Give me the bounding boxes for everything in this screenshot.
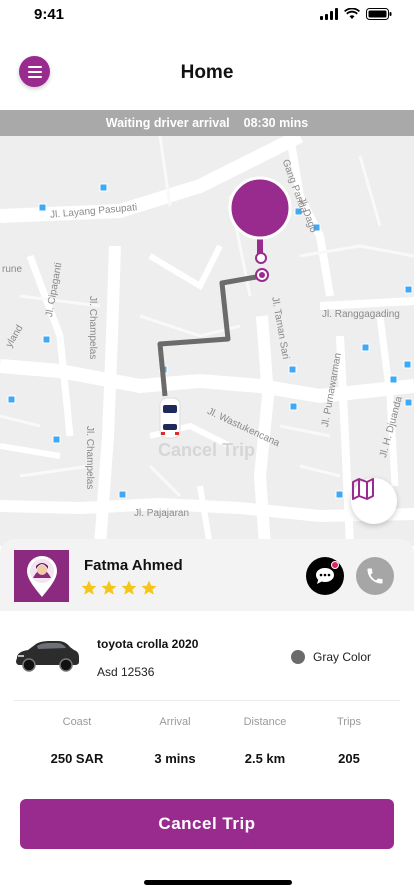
stat-value: 250 SAR [50,751,104,766]
home-indicator [144,880,292,885]
page-title: Home [180,62,234,83]
stat-label: Trips [336,716,362,728]
car-color: Gray Color [291,650,371,664]
stat-cost: Coast 250 SAR [32,716,122,766]
header: Home [0,42,414,104]
call-button[interactable] [356,557,394,595]
driver-name: Fatma Ahmed [84,557,183,574]
chat-bubble-icon [316,568,334,584]
driver-card: Fatma Ahmed [0,539,414,611]
status-bar: 9:41 [0,0,414,30]
star-icon [101,580,117,595]
phone-icon [367,568,383,584]
street-label: Jl. Pajajaran [134,508,190,519]
car-model: toyota crolla 2020 [97,637,199,651]
star-icon [81,580,97,595]
wifi-icon [344,8,360,19]
map-ghost-text: Cancel Trip [158,440,256,460]
cancel-trip-button[interactable]: Cancel Trip [20,799,394,849]
stat-value: 205 [338,751,360,766]
waiting-eta: 08:30 mins [243,116,309,130]
signal-icon [320,8,338,20]
car-info: toyota crolla 2020 Asd 12536 Gray Color [0,612,414,702]
stat-distance: Distance 2.5 km [220,716,310,766]
trip-stats: Coast 250 SAR Arrival 3 mins Distance 2.… [0,716,414,786]
map-toggle-button[interactable] [351,478,397,524]
car-plate: Asd 12536 [97,665,155,679]
street-label: Jl. Champelas [84,426,95,490]
stat-value: 2.5 km [244,751,286,766]
status-icons [320,8,392,20]
stat-trips: Trips 205 [304,716,394,766]
car-marker [159,397,181,439]
street-label: Jl. Ranggagading [322,309,400,320]
street-label: Jl. Champelas [87,296,98,360]
unread-dot [331,561,339,569]
stat-label: Arrival [159,716,191,728]
waiting-status-bar: Waiting driver arrival 08:30 mins [0,110,414,136]
color-swatch [291,650,305,664]
map-view[interactable]: Jl. Layang Pasupati Jl. Champelas Jl. Ch… [0,136,414,546]
car-color-label: Gray Color [313,650,372,664]
map-icon [352,478,374,500]
chat-button[interactable] [306,557,344,595]
stat-value: 3 mins [154,751,196,766]
street-label: rune [2,264,23,275]
driver-avatar[interactable] [14,550,69,602]
driver-rating [80,579,158,597]
star-icon [141,580,157,595]
status-time: 9:41 [34,6,65,23]
waiting-status-text: Waiting driver arrival [105,116,230,130]
battery-icon [366,8,392,20]
car-image [16,641,79,672]
destination-pin [228,176,292,240]
driver-avatar-icon [26,556,57,597]
star-icon [121,580,137,595]
divider [14,700,400,701]
stat-label: Coast [62,716,92,728]
stat-arrival: Arrival 3 mins [130,716,220,766]
stat-label: Distance [243,716,287,728]
